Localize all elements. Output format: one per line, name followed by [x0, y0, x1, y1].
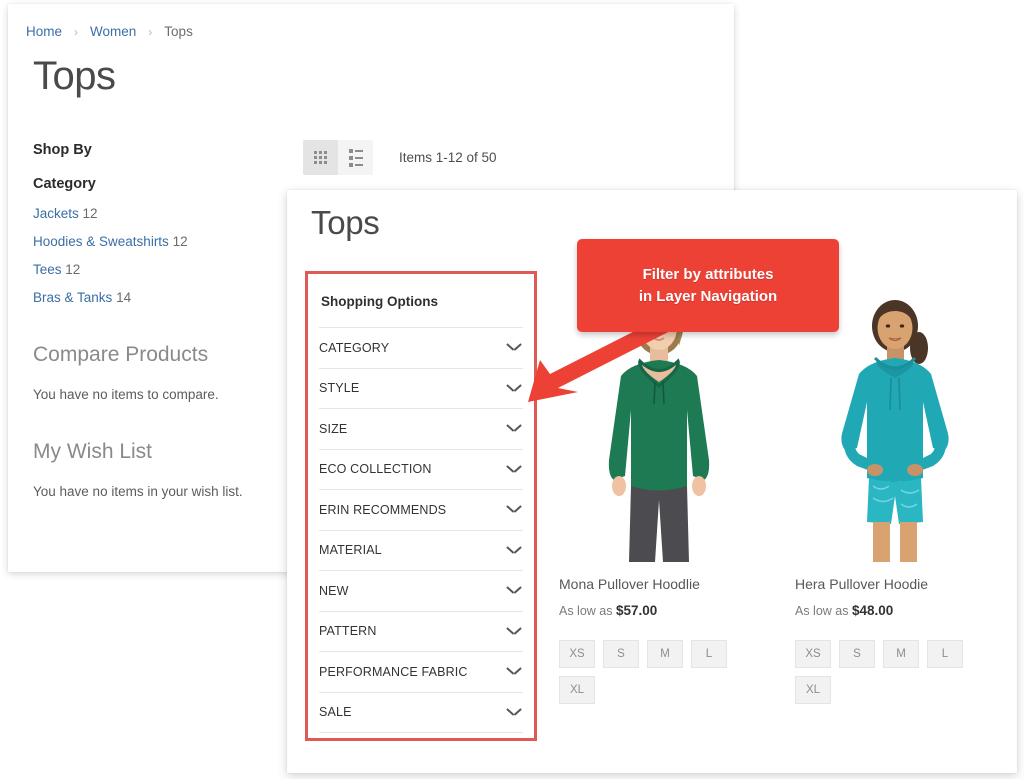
- size-swatch-xl[interactable]: XL: [559, 676, 595, 704]
- chevron-down-icon: [507, 586, 521, 595]
- grid-view-icon[interactable]: [303, 140, 338, 175]
- category-list: Jackets 12 Hoodies & Sweatshirts 12 Tees…: [33, 206, 293, 305]
- compare-products-heading: Compare Products: [33, 343, 209, 366]
- list-item: Tees 12: [33, 262, 293, 277]
- size-swatch-l[interactable]: L: [691, 640, 727, 668]
- screenshot-stage: Home › Women › Tops Tops Shop By Categor…: [0, 0, 1024, 779]
- list-view-icon[interactable]: [338, 140, 373, 175]
- filter-new[interactable]: NEW: [319, 571, 523, 612]
- sidebar: Shop By Category Jackets 12 Hoodies & Sw…: [33, 142, 293, 499]
- size-swatch-list: XS S M L XL: [795, 640, 987, 704]
- price-value: $48.00: [851, 603, 894, 618]
- size-swatch-list: XS S M L XL: [559, 640, 751, 704]
- shopping-options-panel: Shopping Options CATEGORY STYLE SIZE ECO…: [308, 274, 534, 733]
- detail-page-title: Tops: [311, 204, 380, 241]
- annotation-callout: Filter by attributes in Layer Navigation: [577, 239, 839, 332]
- size-swatch-xs[interactable]: XS: [559, 640, 595, 668]
- breadcrumb-item-home[interactable]: Home: [26, 24, 62, 39]
- compare-products-empty-text: You have no items to compare.: [33, 387, 219, 402]
- list-item: Jackets 12: [33, 206, 293, 221]
- filter-label: ECO COLLECTION: [319, 462, 432, 477]
- category-count: 12: [82, 206, 98, 221]
- category-count: 14: [116, 290, 132, 305]
- breadcrumb-item-tops: Tops: [164, 24, 193, 39]
- product-price: As low as $48.00: [795, 603, 995, 618]
- filter-style[interactable]: STYLE: [319, 369, 523, 409]
- filter-pattern[interactable]: PATTERN: [319, 612, 523, 652]
- wishlist-empty-text: You have no items in your wish list.: [33, 484, 243, 499]
- product-name[interactable]: Mona Pullover Hoodlie: [559, 576, 759, 592]
- chevron-down-icon: [507, 708, 521, 717]
- price-prefix: As low as: [559, 604, 613, 618]
- sidebar-item-tees[interactable]: Tees: [33, 262, 62, 277]
- sidebar-item-hoodies-sweatshirts[interactable]: Hoodies & Sweatshirts: [33, 234, 169, 249]
- category-count: 12: [172, 234, 188, 249]
- breadcrumb-item-women[interactable]: Women: [90, 24, 136, 39]
- filter-label: SIZE: [319, 421, 348, 436]
- size-swatch-xs[interactable]: XS: [795, 640, 831, 668]
- list-item: Hoodies & Sweatshirts 12: [33, 234, 293, 249]
- filter-label: NEW: [319, 583, 349, 598]
- breadcrumb-separator-icon: ›: [148, 24, 153, 39]
- items-count-label: Items 1-12 of 50: [399, 150, 497, 165]
- filter-label: CATEGORY: [319, 340, 390, 355]
- filter-label: PERFORMANCE FABRIC: [319, 664, 468, 679]
- filter-sale[interactable]: SALE: [319, 693, 523, 733]
- chevron-down-icon: [507, 667, 521, 676]
- filter-performance-fabric[interactable]: PERFORMANCE FABRIC: [319, 652, 523, 693]
- wishlist-heading: My Wish List: [33, 440, 153, 463]
- size-swatch-m[interactable]: M: [883, 640, 919, 668]
- filter-label: PATTERN: [319, 624, 377, 639]
- shop-by-heading: Shop By: [33, 142, 92, 158]
- category-heading: Category: [33, 176, 96, 192]
- breadcrumb: Home › Women › Tops: [26, 24, 193, 39]
- chevron-down-icon: [507, 546, 521, 555]
- product-card-hera-pullover-hoodie[interactable]: Hera Pullover Hoodie As low as $48.00 XS…: [795, 290, 995, 704]
- chevron-down-icon: [507, 505, 521, 514]
- category-count: 12: [65, 262, 81, 277]
- sidebar-item-bras-tanks[interactable]: Bras & Tanks: [33, 290, 112, 305]
- filter-label: STYLE: [319, 381, 360, 396]
- filter-material[interactable]: MATERIAL: [319, 531, 523, 571]
- grid-glyph: [314, 151, 327, 164]
- filter-label: SALE: [319, 705, 352, 720]
- chevron-down-icon: [507, 465, 521, 474]
- list-item: Bras & Tanks 14: [33, 290, 293, 305]
- page-title: Tops: [33, 54, 116, 98]
- size-swatch-xl[interactable]: XL: [795, 676, 831, 704]
- size-swatch-l[interactable]: L: [927, 640, 963, 668]
- filter-erin-recommends[interactable]: ERIN RECOMMENDS: [319, 490, 523, 531]
- product-name[interactable]: Hera Pullover Hoodie: [795, 576, 995, 592]
- sidebar-item-jackets[interactable]: Jackets: [33, 206, 79, 221]
- chevron-down-icon: [507, 424, 521, 433]
- annotation-callout-text: Filter by attributes in Layer Navigation: [638, 265, 778, 305]
- filter-category[interactable]: CATEGORY: [319, 328, 523, 369]
- filter-eco-collection[interactable]: ECO COLLECTION: [319, 450, 523, 490]
- filter-label: MATERIAL: [319, 543, 382, 558]
- filter-size[interactable]: SIZE: [319, 409, 523, 450]
- price-value: $57.00: [615, 603, 658, 618]
- product-toolbar: Items 1-12 of 50: [303, 140, 497, 175]
- shopping-options-heading: Shopping Options: [319, 274, 523, 328]
- list-glyph: [348, 148, 363, 167]
- layered-navigation-highlight: Shopping Options CATEGORY STYLE SIZE ECO…: [305, 271, 537, 741]
- price-prefix: As low as: [795, 604, 849, 618]
- size-swatch-s[interactable]: S: [603, 640, 639, 668]
- chevron-down-icon: [507, 627, 521, 636]
- breadcrumb-separator-icon: ›: [74, 24, 79, 39]
- filter-label: ERIN RECOMMENDS: [319, 502, 447, 517]
- product-price: As low as $57.00: [559, 603, 759, 618]
- view-mode-group: [303, 140, 373, 175]
- size-swatch-s[interactable]: S: [839, 640, 875, 668]
- size-swatch-m[interactable]: M: [647, 640, 683, 668]
